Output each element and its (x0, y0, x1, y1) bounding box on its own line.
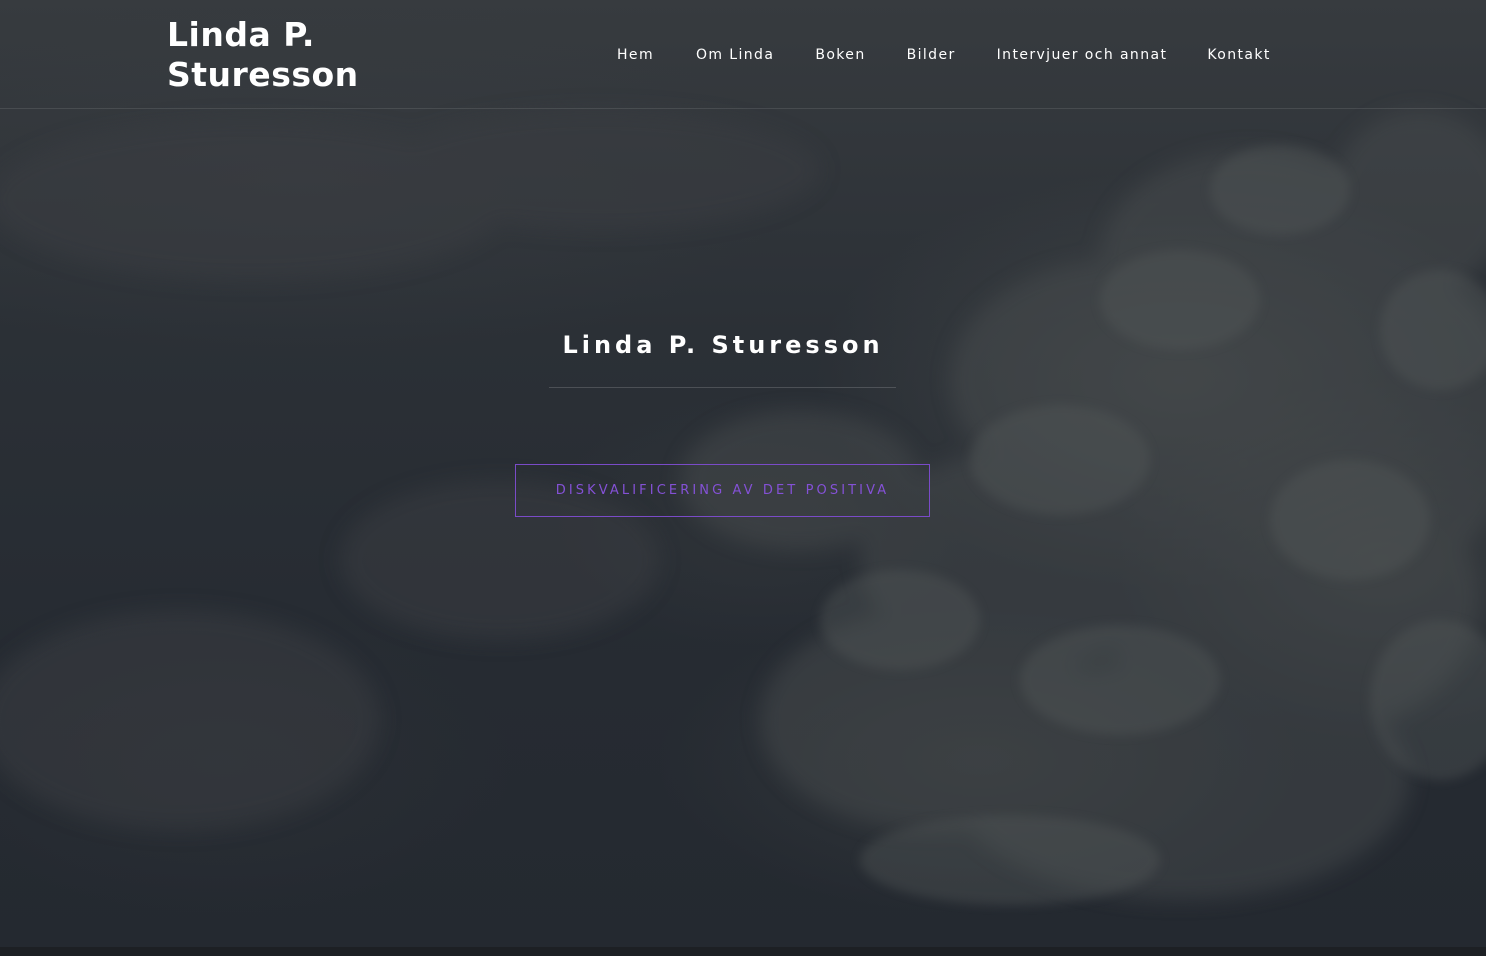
hero-divider (549, 387, 896, 388)
nav-item-kontakt[interactable]: Kontakt (1207, 46, 1270, 64)
nav-item-intervjuer[interactable]: Intervjuer och annat (997, 46, 1168, 64)
page: Linda P. Sturesson Hem Om Linda Boken Bi… (0, 0, 1486, 956)
nav-item-om-linda[interactable]: Om Linda (696, 46, 774, 64)
nav-item-hem[interactable]: Hem (617, 46, 654, 64)
logo-line-1: Linda P. (167, 15, 315, 54)
site-logo[interactable]: Linda P. Sturesson (167, 15, 427, 95)
main-nav: Hem Om Linda Boken Bilder Intervjuer och… (617, 46, 1271, 64)
hero-title: Linda P. Sturesson (562, 331, 884, 359)
logo-line-2: Sturesson (167, 55, 359, 94)
hero-section: Linda P. Sturesson DISKVALIFICERING AV D… (0, 109, 1486, 947)
nav-item-boken[interactable]: Boken (815, 46, 865, 64)
site-header: Linda P. Sturesson Hem Om Linda Boken Bi… (0, 0, 1486, 109)
bottom-strip (0, 947, 1486, 956)
book-title-button[interactable]: DISKVALIFICERING AV DET POSITIVA (515, 464, 930, 517)
nav-item-bilder[interactable]: Bilder (907, 46, 956, 64)
